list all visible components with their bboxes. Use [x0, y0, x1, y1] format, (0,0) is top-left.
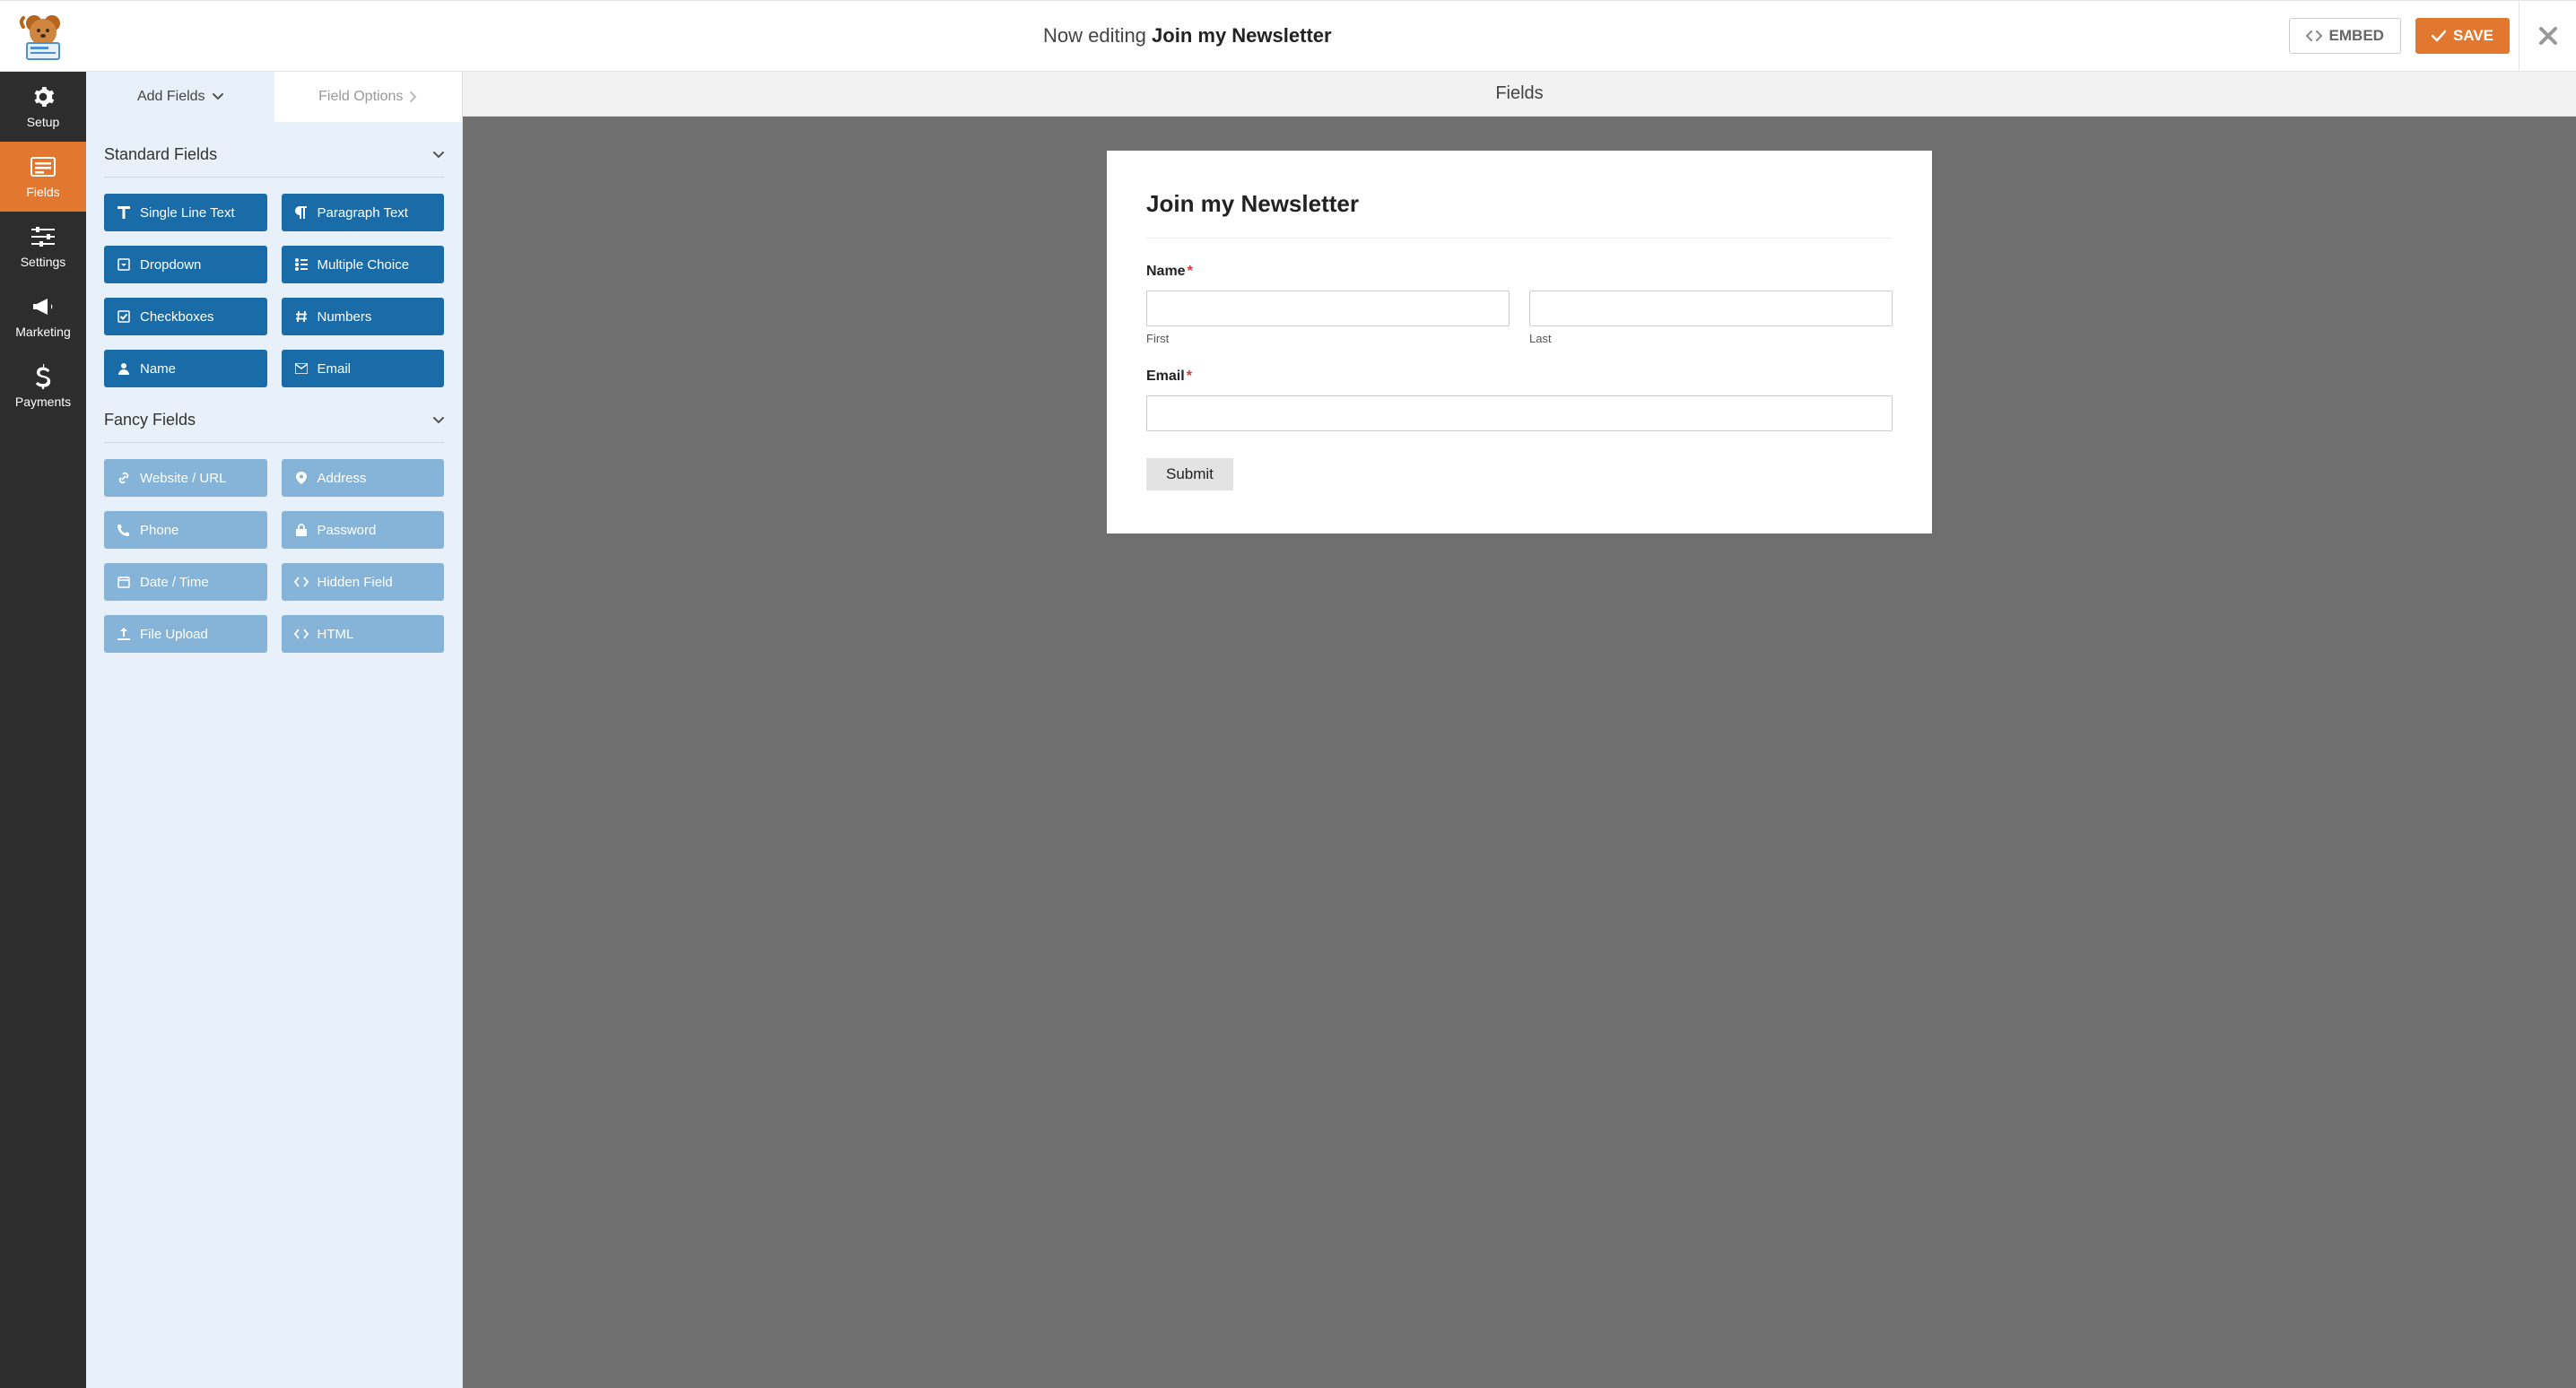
field-preview-name[interactable]: Name* First Last: [1146, 264, 1893, 345]
close-button[interactable]: [2519, 0, 2576, 72]
hash-icon: [294, 309, 309, 324]
nav-marketing[interactable]: Marketing: [0, 282, 86, 351]
dollar-icon: [30, 364, 56, 389]
upload-icon: [117, 627, 131, 641]
field-hidden[interactable]: Hidden Field: [282, 563, 445, 601]
field-paragraph-text[interactable]: Paragraph Text: [282, 194, 445, 231]
check-icon: [2432, 30, 2446, 42]
code-icon: [2306, 30, 2322, 42]
envelope-icon: [294, 361, 309, 376]
field-name[interactable]: Name: [104, 350, 267, 387]
field-phone[interactable]: Phone: [104, 511, 267, 549]
tab-add-fields[interactable]: Add Fields: [86, 72, 274, 122]
editing-title: Now editing Join my Newsletter: [86, 24, 2289, 48]
section-fancy-fields[interactable]: Fancy Fields: [104, 405, 444, 443]
field-email[interactable]: Email: [282, 350, 445, 387]
field-password[interactable]: Password: [282, 511, 445, 549]
last-name-input[interactable]: [1529, 291, 1893, 326]
field-website-url[interactable]: Website / URL: [104, 459, 267, 497]
text-icon: [117, 205, 131, 220]
link-icon: [117, 471, 131, 485]
nav-settings[interactable]: Settings: [0, 212, 86, 282]
chevron-down-icon: [213, 93, 223, 100]
calendar-icon: [117, 575, 131, 589]
embed-button[interactable]: EMBED: [2289, 18, 2401, 54]
fields-panel: Add Fields Field Options Standard Fields…: [86, 72, 463, 1388]
form-title: Join my Newsletter: [1146, 190, 1893, 239]
email-input[interactable]: [1146, 395, 1893, 431]
form-icon: [30, 154, 56, 179]
list-icon: [294, 257, 309, 272]
field-html[interactable]: HTML: [282, 615, 445, 653]
gear-icon: [30, 84, 56, 109]
nav-fields[interactable]: Fields: [0, 142, 86, 212]
last-sublabel: Last: [1529, 332, 1893, 345]
map-pin-icon: [294, 471, 309, 485]
field-preview-email[interactable]: Email*: [1146, 369, 1893, 431]
save-button[interactable]: SAVE: [2415, 18, 2510, 54]
caret-square-icon: [117, 257, 131, 272]
preview-heading: Fields: [463, 72, 2576, 117]
field-checkboxes[interactable]: Checkboxes: [104, 298, 267, 335]
nav-payments[interactable]: Payments: [0, 351, 86, 421]
field-multiple-choice[interactable]: Multiple Choice: [282, 246, 445, 283]
paragraph-icon: [294, 205, 309, 220]
bullhorn-icon: [30, 294, 56, 319]
field-dropdown[interactable]: Dropdown: [104, 246, 267, 283]
first-name-input[interactable]: [1146, 291, 1510, 326]
close-icon: [2538, 26, 2558, 46]
code-icon: [294, 575, 309, 589]
tab-field-options[interactable]: Field Options: [274, 72, 463, 122]
section-standard-fields[interactable]: Standard Fields: [104, 140, 444, 178]
left-nav: Setup Fields Settings Marketing: [0, 72, 86, 1388]
lock-icon: [294, 523, 309, 537]
first-sublabel: First: [1146, 332, 1510, 345]
chevron-down-icon: [433, 417, 444, 424]
field-numbers[interactable]: Numbers: [282, 298, 445, 335]
sliders-icon: [30, 224, 56, 249]
code-icon: [294, 627, 309, 641]
phone-icon: [117, 523, 131, 537]
field-date-time[interactable]: Date / Time: [104, 563, 267, 601]
user-icon: [117, 361, 131, 376]
field-address[interactable]: Address: [282, 459, 445, 497]
field-file-upload[interactable]: File Upload: [104, 615, 267, 653]
chevron-down-icon: [433, 152, 444, 159]
chevron-right-icon: [410, 91, 417, 102]
submit-button[interactable]: Submit: [1146, 458, 1233, 490]
nav-setup[interactable]: Setup: [0, 72, 86, 142]
checkbox-icon: [117, 309, 131, 324]
preview-area: Fields Join my Newsletter Name* First: [463, 72, 2576, 1388]
app-logo: [0, 11, 86, 61]
field-single-line-text[interactable]: Single Line Text: [104, 194, 267, 231]
form-preview[interactable]: Join my Newsletter Name* First Last: [1107, 151, 1932, 534]
